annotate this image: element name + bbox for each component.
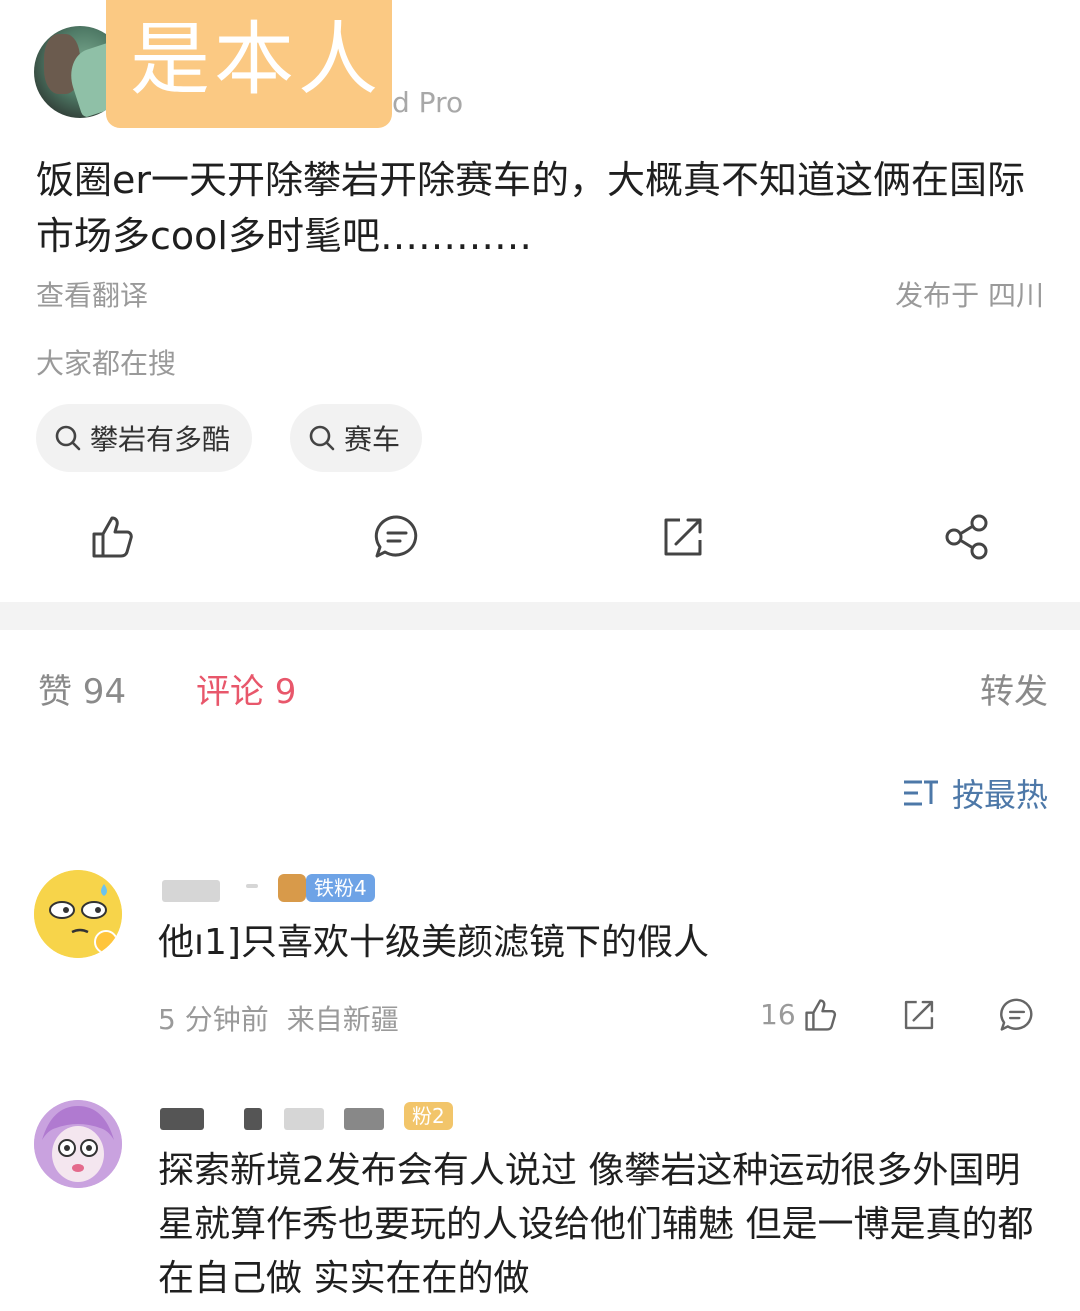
search-chip-racing[interactable]: 赛车 [290,404,423,472]
commenter-name-redacted [160,1108,204,1130]
search-icon [309,425,335,451]
post-device-label: d Pro [392,86,464,119]
commenter-avatar[interactable] [34,870,122,958]
sort-label: 按最热 [951,776,1048,814]
tab-repost[interactable]: 转发 [980,664,1048,713]
search-icon [55,425,81,451]
commenter-avatar[interactable] [34,1100,122,1188]
commenter-name-redacted [246,884,258,888]
fan-level-badge: 铁粉4 [306,874,375,902]
search-chip-climbing[interactable]: 攀岩有多酷 [36,404,253,472]
section-divider [0,602,1080,630]
trending-search-heading: 大家都在搜 [36,347,177,380]
commenter-name-redacted [284,1108,324,1130]
share-icon[interactable] [942,512,992,562]
sticker-text: 是本人 [130,13,382,106]
commenter-name-redacted [344,1108,384,1130]
repost-icon[interactable] [658,512,708,562]
comment-text: 他ı1]只喜欢十级美颜滤镜下的假人 [158,922,709,963]
comment-time: 5 分钟前 [158,1003,269,1036]
comment-meta: 5 分钟前 来自新疆 [158,998,399,1038]
sort-button[interactable]: 按最热 [902,770,1048,816]
translate-link[interactable]: 查看翻译 [36,274,148,314]
fan-badge-icon [278,874,306,902]
tab-comments[interactable]: 评论 9 [196,664,296,713]
comment-source: 来自新疆 [286,1003,399,1036]
search-chip-label: 攀岩有多酷 [90,423,231,456]
commenter-name-redacted [162,880,220,902]
fan-level-badge: 粉2 [404,1102,453,1130]
commenter-name-redacted [244,1108,262,1130]
sort-icon [903,780,938,806]
comment-like-count: 16 [760,998,796,1031]
comment-like-icon[interactable] [802,996,840,1034]
like-icon[interactable] [88,512,138,562]
comment-repost-icon[interactable] [900,996,938,1034]
comment-text: 探索新境2发布会有人说过 像攀岩这种运动很多外国明星就算作秀也要玩的人设给他们辅… [158,1150,1034,1299]
name-cover-sticker: 是本人 [106,0,392,128]
post-body: 饭圈er一天开除攀岩开除赛车的，大概真不知道这俩在国际市场多cool多时髦吧……… [36,158,1026,258]
post-location: 发布于 四川 [895,279,1044,312]
search-chip-label: 赛车 [344,423,401,456]
comment-reply-icon[interactable] [998,996,1036,1034]
tab-likes[interactable]: 赞 94 [38,664,126,713]
comment-icon[interactable] [372,512,422,562]
